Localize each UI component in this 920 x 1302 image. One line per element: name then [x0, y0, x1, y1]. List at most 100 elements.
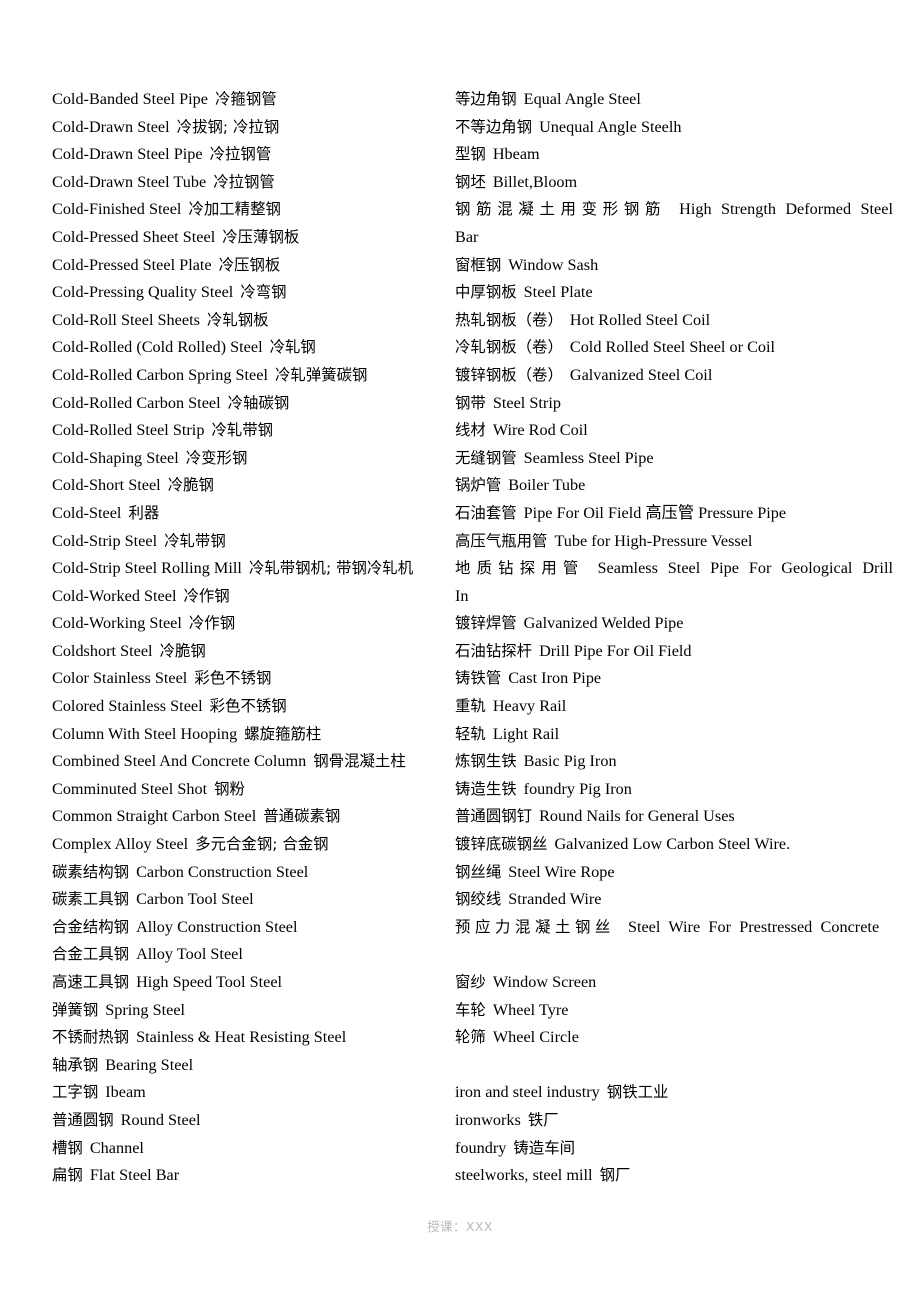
entry-english: Cold-Working Steel	[52, 614, 182, 633]
glossary-entry: 预应力混凝土钢丝 Steel Wire For Prestressed Concr…	[455, 914, 893, 969]
entry-english: Alloy Construction Steel	[136, 917, 298, 936]
entry-chinese: 冷作钢	[188, 614, 236, 633]
entry-chinese: 重轨	[455, 697, 486, 716]
glossary-entry: Complex Alloy Steel 多元合金钢; 合金钢	[52, 831, 472, 859]
entry-english: Spring Steel	[105, 1000, 186, 1019]
entry-chinese: 冷轴碳钢	[227, 393, 290, 412]
entry-english: Steel Strip	[492, 393, 561, 412]
entry-chinese: 轻轨	[455, 724, 486, 743]
glossary-entry: Cold-Rolled Steel Strip 冷轧带钢	[52, 417, 472, 445]
glossary-entry: Common Straight Carbon Steel 普通碳素钢	[52, 803, 472, 831]
entry-chinese: 合金结构钢	[52, 917, 130, 936]
entry-chinese: 碳素结构钢	[52, 862, 130, 881]
entry-chinese: 冷压薄钢板	[222, 227, 300, 246]
entry-chinese: 钢厂	[599, 1166, 631, 1185]
entry-english: Cold Rolled Steel Sheel or Coil	[569, 338, 776, 357]
glossary-entry	[455, 1052, 893, 1080]
entry-chinese: 锅炉管	[455, 476, 502, 495]
glossary-entry: 石油钻探杆 Drill Pipe For Oil Field	[455, 638, 893, 666]
entry-chinese: 中厚钢板	[455, 283, 517, 302]
entry-chinese: 轴承钢	[52, 1055, 99, 1074]
glossary-entry: 碳素结构钢 Carbon Construction Steel	[52, 859, 472, 887]
entry-english: Cold-Steel	[52, 503, 122, 522]
entry-chinese: 等边角钢	[455, 90, 517, 108]
entry-english: Wheel Circle	[492, 1028, 579, 1047]
entry-chinese: 窗纱	[455, 973, 486, 991]
glossary-entry: 高速工具钢 High Speed Tool Steel	[52, 969, 472, 997]
glossary-entry: Cold-Strip Steel 冷轧带钢	[52, 528, 472, 556]
entry-chinese: 冷轧弹簧碳钢	[275, 365, 368, 384]
glossary-entry: 高压气瓶用管 Tube for High-Pressure Vessel	[455, 528, 893, 556]
entry-english: Color Stainless Steel	[52, 669, 188, 688]
entry-chinese: 利器	[128, 503, 160, 522]
entry-chinese: 高压气瓶用管	[455, 531, 548, 550]
entry-chinese: 冷弯钢	[240, 283, 287, 302]
entry-english: Stainless & Heat Resisting Steel	[136, 1028, 347, 1047]
glossary-entry: Cold-Working Steel 冷作钢	[52, 610, 472, 638]
glossary-entry: ironworks 铁厂	[455, 1107, 893, 1135]
glossary-entry: Cold-Steel 利器	[52, 500, 472, 528]
glossary-entry: 冷轧钢板（卷） Cold Rolled Steel Sheel or Coil	[455, 334, 893, 362]
glossary-entry: 窗纱 Window Screen	[455, 969, 893, 997]
entry-english: Galvanized Welded Pipe	[523, 614, 684, 633]
glossary-entry: Coldshort Steel 冷脆钢	[52, 638, 472, 666]
entry-chinese: 钢粉	[214, 779, 245, 798]
document-page: Cold-Banded Steel Pipe 冷箍钢管 Cold-Drawn Ste…	[0, 0, 920, 1302]
entry-chinese: 冷轧带钢机; 带钢冷轧机	[248, 559, 414, 578]
entry-chinese: 冷拔钢; 冷拉钢	[176, 117, 280, 136]
entry-chinese: 冷轧钢	[269, 338, 316, 357]
glossary-entry: 合金工具钢 Alloy Tool Steel	[52, 941, 472, 969]
entry-chinese: 钢骨混凝土柱	[313, 752, 406, 771]
glossary-entry: 普通圆钢 Round Steel	[52, 1107, 472, 1135]
entry-english: Wheel Tyre	[492, 1000, 569, 1019]
glossary-entry: 等边角钢 Equal Angle Steel	[455, 86, 893, 114]
entry-chinese: 石油套管	[455, 503, 517, 522]
glossary-entry: 轮筛 Wheel Circle	[455, 1024, 893, 1052]
entry-chinese: 普通碳素钢	[263, 807, 341, 826]
glossary-entry: Cold-Worked Steel 冷作钢	[52, 583, 472, 611]
glossary-entry: Cold-Roll Steel Sheets 冷轧钢板	[52, 307, 472, 335]
glossary-entry: Cold-Rolled Carbon Steel 冷轴碳钢	[52, 390, 472, 418]
entry-english: Tube for High-Pressure Vessel	[554, 531, 753, 550]
entry-chinese: 钢坯	[455, 172, 486, 191]
entry-chinese: 炼钢生铁	[455, 752, 517, 771]
glossary-entry: Column With Steel Hooping 螺旋箍筋柱	[52, 721, 472, 749]
entry-english: Carbon Tool Steel	[136, 890, 254, 909]
entry-english: Boiler Tube	[508, 476, 586, 495]
entry-chinese: 冷箍钢管	[215, 90, 277, 108]
entry-english: Cold-Strip Steel	[52, 531, 158, 550]
entry-english: foundry	[455, 1138, 507, 1157]
entry-chinese: 型钢	[455, 145, 486, 164]
glossary-entry: 合金结构钢 Alloy Construction Steel	[52, 914, 472, 942]
entry-english: Pipe For Oil Field 高压管 Pressure Pipe	[523, 503, 787, 522]
entry-english: Colored Stainless Steel	[52, 697, 203, 716]
entry-chinese: 钢绞线	[455, 890, 502, 909]
entry-english: Cold-Drawn Steel	[52, 117, 170, 136]
glossary-entry: 轴承钢 Bearing Steel	[52, 1052, 472, 1080]
entry-english: Round Steel	[120, 1110, 201, 1129]
entry-english: foundry Pig Iron	[523, 779, 632, 798]
glossary-entry: 不等边角钢 Unequal Angle Steelh	[455, 114, 893, 142]
entry-english: Hbeam	[492, 145, 540, 164]
page-footer: 授课：XXX	[427, 1219, 493, 1234]
entry-chinese: 冷变形钢	[185, 448, 248, 467]
glossary-left-column: Cold-Banded Steel Pipe 冷箍钢管 Cold-Drawn Ste…	[52, 86, 472, 1190]
entry-chinese: 轮筛	[455, 1028, 486, 1047]
entry-english: Steel Plate	[523, 283, 593, 302]
glossary-entry: 热轧钢板（卷） Hot Rolled Steel Coil	[455, 307, 893, 335]
entry-chinese: 不锈耐热钢	[52, 1028, 130, 1047]
entry-english: Carbon Construction Steel	[136, 862, 309, 881]
entry-english: Column With Steel Hooping	[52, 724, 238, 743]
glossary-entry: 钢坯 Billet,Bloom	[455, 169, 893, 197]
entry-chinese: 合金工具钢	[52, 945, 130, 964]
entry-chinese: 镀锌钢板（卷）	[455, 365, 563, 384]
entry-english: Light Rail	[492, 724, 560, 743]
entry-english: Basic Pig Iron	[523, 752, 617, 771]
glossary-entry: 线材 Wire Rod Coil	[455, 417, 893, 445]
entry-chinese: 镀锌焊管	[455, 614, 517, 633]
entry-english: Flat Steel Bar	[89, 1166, 180, 1185]
entry-chinese: 冷脆钢	[167, 476, 214, 495]
entry-chinese: 普通圆钢	[52, 1110, 114, 1129]
glossary-entry: 炼钢生铁 Basic Pig Iron	[455, 748, 893, 776]
entry-chinese: 彩色不锈钢	[209, 697, 287, 716]
